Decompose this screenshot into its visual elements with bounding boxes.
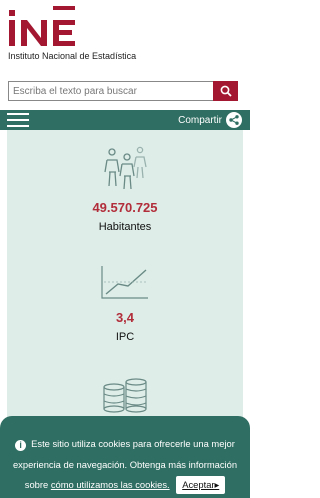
search-box: [8, 81, 238, 101]
line-chart-icon: [101, 266, 148, 299]
accept-cookies-button[interactable]: Aceptar▸: [176, 476, 226, 494]
cookie-policy-link[interactable]: cómo utilizamos las cookies.: [51, 479, 170, 490]
hamburger-icon: [7, 113, 29, 115]
cookie-line-2: experiencia de navegación. Obtenga más i…: [12, 459, 238, 470]
people-icon: [104, 146, 147, 190]
search-button[interactable]: [213, 81, 238, 101]
hamburger-icon-line: [7, 119, 29, 121]
search-input[interactable]: [9, 82, 209, 100]
cookie-line-1: i Este sitio utiliza cookies para ofrecer…: [0, 438, 250, 451]
accept-label: Aceptar: [182, 479, 215, 490]
share-label: Compartir: [178, 114, 222, 126]
population-label: Habitantes: [98, 221, 152, 233]
nav-bar: Compartir: [0, 110, 250, 130]
cookie-text-3: sobre: [24, 479, 49, 490]
share-icon: [226, 112, 242, 128]
info-icon: i: [15, 440, 27, 451]
population-value: 49.570.725: [92, 200, 158, 215]
ipc-label: IPC: [115, 331, 135, 343]
stat-population[interactable]: 49.570.725 Habitantes: [7, 146, 243, 233]
stat-coins[interactable]: [7, 377, 243, 413]
stat-ipc[interactable]: 3,4 IPC: [7, 264, 243, 343]
cookie-banner: i Este sitio utiliza cookies para ofrecer…: [0, 416, 250, 498]
share-button[interactable]: Compartir: [178, 112, 242, 128]
coins-icon: [103, 378, 147, 413]
logo-text: Instituto Nacional de Estadística: [8, 51, 137, 61]
menu-button[interactable]: [7, 113, 29, 128]
ipc-value: 3,4: [115, 310, 135, 325]
cookie-text-1: Este sitio utiliza cookies para ofrecerl…: [31, 438, 235, 449]
hamburger-icon-line: [7, 125, 29, 127]
ine-logo[interactable]: Instituto Nacional de Estadística: [8, 4, 168, 64]
cookie-line-3: sobre cómo utilizamos las cookies. Acept…: [0, 476, 250, 494]
ine-logo-mark-icon: [9, 6, 75, 46]
search-icon: [220, 85, 232, 97]
caret-right-icon: ▸: [214, 479, 220, 490]
